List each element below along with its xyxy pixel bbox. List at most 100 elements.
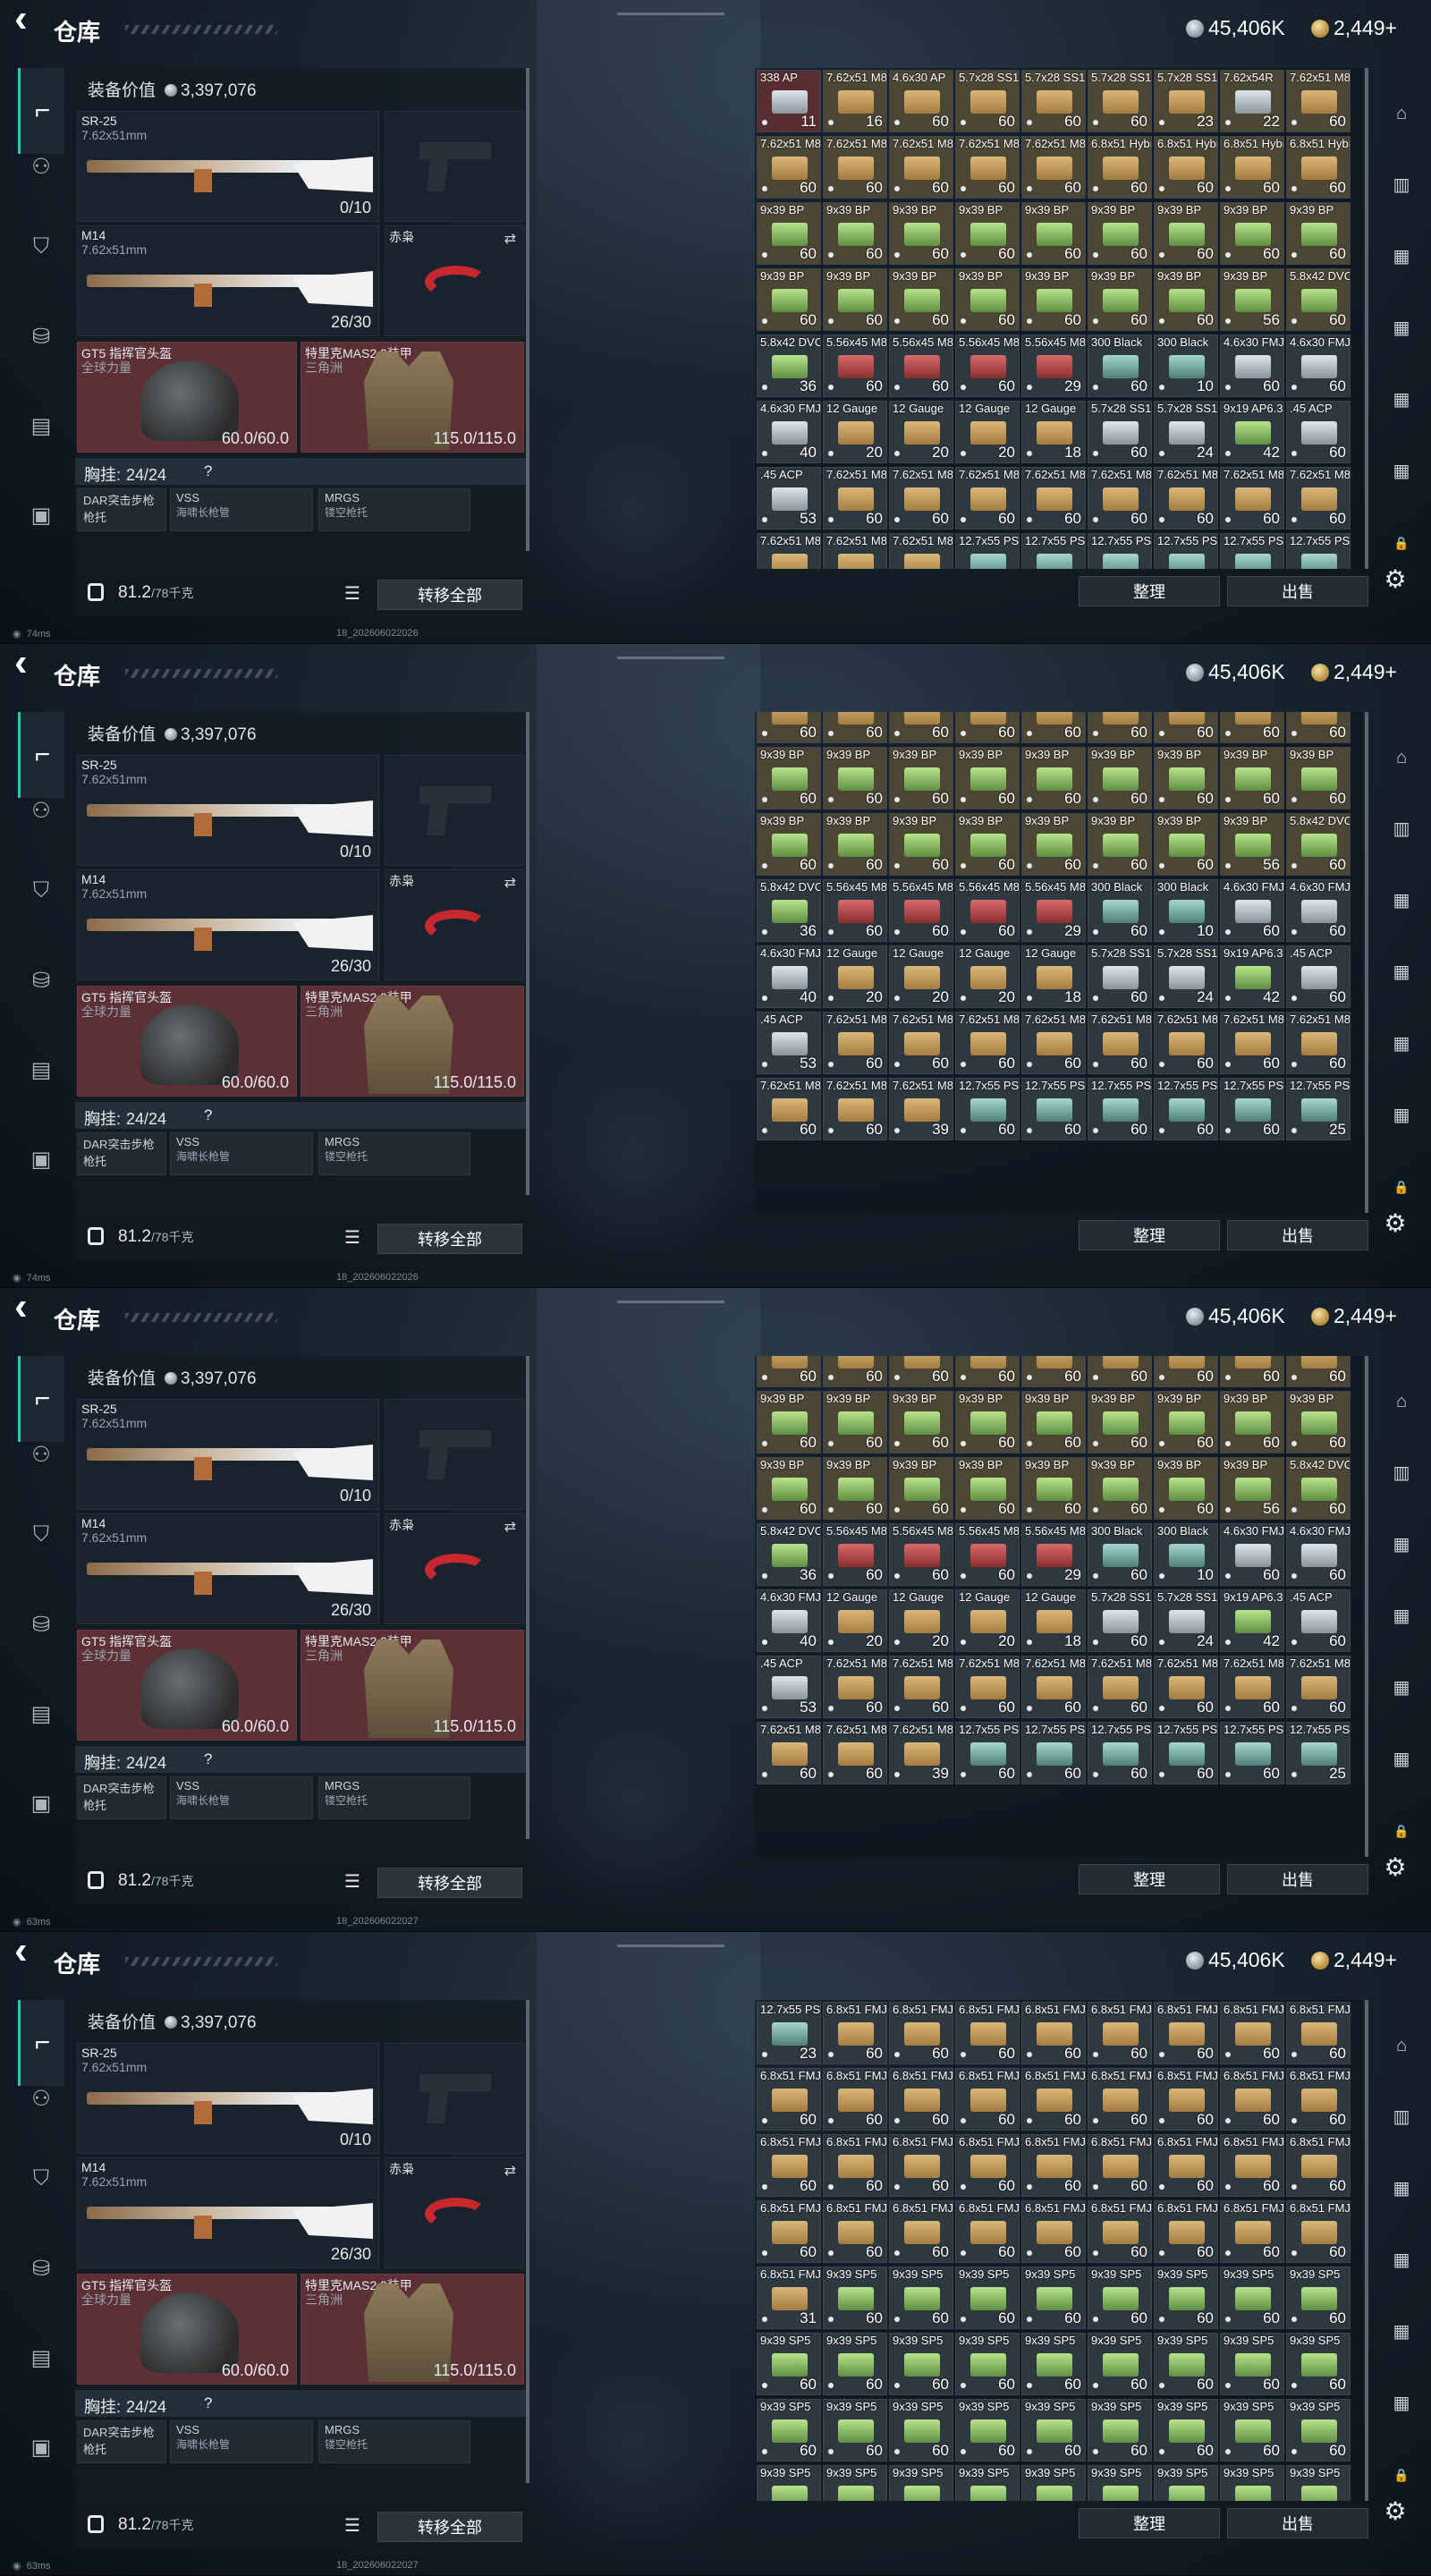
stash-item[interactable]: 12.7x55 PS12B23 [757, 2002, 821, 2064]
lv-tab-icon[interactable]: ▦ [1383, 2241, 1420, 2279]
stash-item[interactable]: 9x39 SP560 [1088, 2399, 1152, 2462]
stash-item[interactable]: 9x39 SP560 [955, 2465, 1020, 2501]
stash-item[interactable]: 9x39 BP 60 [1154, 202, 1218, 265]
stash-item[interactable]: 6.8x51 Hybrid60 [1154, 712, 1218, 743]
stash-item[interactable]: 9x19 AP6.3 42 [1220, 945, 1284, 1008]
stash-item[interactable]: 9x39 SP560 [1088, 2333, 1152, 2395]
stash-item[interactable]: 9x39 BP 60 [889, 1457, 953, 1520]
stash-item[interactable]: 12 Gauge 18 [1021, 945, 1086, 1008]
stash-item[interactable]: .45 ACP 60 [1286, 401, 1351, 463]
stash-item[interactable]: 9x39 BP 60 [1021, 1391, 1086, 1453]
attachment-slot[interactable]: VSS 海啸长枪管 [170, 488, 313, 531]
stash-item[interactable]: 12.7x55 PS12B60 [1088, 1722, 1152, 1784]
stash-item[interactable]: 5.7x28 SS19724 [1154, 1589, 1218, 1652]
lock-icon[interactable]: 🔒 [1383, 1168, 1420, 1206]
stash-item[interactable]: 7.62x51 M8060 [955, 1656, 1020, 1718]
stash-item[interactable]: 7.62x51 M8060 [889, 136, 953, 199]
lv-tab-icon[interactable]: ▦ [1383, 238, 1420, 275]
stash-item[interactable]: 9x39 BP 60 [1021, 747, 1086, 809]
stash-item[interactable]: 9x39 BP 60 [955, 1457, 1020, 1520]
stash-item[interactable]: 5.56x45 M85560 [889, 335, 953, 397]
stash-item[interactable]: 9x39 SP560 [955, 2333, 1020, 2395]
armor-slot[interactable]: 特里克MAS2.0装甲 三角洲 115.0/115.0 [301, 986, 524, 1097]
stash-item[interactable]: 6.8x51 FMJ 60 [1220, 2134, 1284, 2197]
storage-tab-icon[interactable]: ⌂ [1383, 2027, 1420, 2064]
stash-item[interactable]: 9x39 BP 60 [1088, 268, 1152, 331]
stash-item[interactable]: 9x39 SP560 [1154, 2267, 1218, 2329]
stash-item[interactable]: 6.8x51 FMJ 60 [1021, 2002, 1086, 2064]
stash-item[interactable]: 6.8x51 FMJ 60 [1088, 2200, 1152, 2263]
swap-icon[interactable]: ⇄ [504, 1518, 516, 1536]
stash-item[interactable]: 300 Black 10 [1154, 879, 1218, 942]
stash-item[interactable]: 9x39 SP560 [757, 2333, 821, 2395]
nav-armor-icon[interactable]: ⚇ [18, 787, 64, 834]
stash-item[interactable]: 12.7x55 PS12B60 [1154, 1722, 1218, 1784]
stash-item[interactable]: 6.8x51 FMJ 60 [955, 2134, 1020, 2197]
help-icon[interactable]: ? [204, 462, 212, 480]
lock-icon[interactable]: 🔒 [1383, 2456, 1420, 2494]
stash-item[interactable]: 6.8x51 FMJ 60 [1154, 2002, 1218, 2064]
stash-item[interactable]: 7.62x51 M8060 [1154, 1656, 1218, 1718]
stash-item[interactable]: 9x39 SP560 [889, 2465, 953, 2501]
attachment-slot[interactable]: MRGS 镂空枪托 [318, 1132, 470, 1175]
stash-item[interactable]: 5.56x45 M85560 [955, 1523, 1020, 1586]
armor-slot[interactable]: 特里克MAS2.0装甲 三角洲 115.0/115.0 [301, 1630, 524, 1741]
stash-item[interactable]: 7.62x51 M8060 [757, 136, 821, 199]
nav-rig-icon[interactable]: ▤ [18, 402, 64, 449]
help-icon[interactable]: ? [204, 1750, 212, 1768]
stash-item[interactable]: 300 Black 60 [1088, 1523, 1152, 1586]
stash-item[interactable]: 12 Gauge 20 [955, 401, 1020, 463]
stash-item[interactable]: 9x19 AP6.3 42 [1220, 401, 1284, 463]
stash-item[interactable]: 7.62x51 M8060 [757, 533, 821, 569]
sort-button[interactable]: 整理 [1079, 2508, 1220, 2538]
stash-item[interactable]: 7.62x51 M8060 [1021, 467, 1086, 530]
stash-item[interactable]: 9x39 SP560 [1220, 2399, 1284, 2462]
stash-item[interactable]: 7.62x51 M8060 [757, 1722, 821, 1784]
stash-item[interactable]: 12.7x55 PS12B60 [955, 533, 1020, 569]
stash-item[interactable]: 9x39 BP 56 [1220, 1457, 1284, 1520]
back-icon[interactable]: ‹ [14, 644, 36, 682]
stash-item[interactable]: 9x39 BP 60 [1021, 813, 1086, 876]
stash-item[interactable]: 4.6x30 FMJ 60 [1220, 879, 1284, 942]
stash-item[interactable]: 5.56x45 M85560 [823, 335, 887, 397]
stash-item[interactable]: 12 Gauge 20 [823, 945, 887, 1008]
stash-item[interactable]: 9x39 SP560 [1088, 2267, 1152, 2329]
stash-item[interactable]: 6.8x51 FMJ 60 [955, 2068, 1020, 2131]
nav-helmet-icon[interactable]: ⛉ [18, 2156, 64, 2202]
stash-item[interactable]: 9x39 BP 60 [1154, 747, 1218, 809]
stash-item[interactable]: 6.8x51 FMJ 60 [1286, 2134, 1351, 2197]
stash-item[interactable]: 7.62x51 M8060 [1154, 467, 1218, 530]
stash-item[interactable]: 12 Gauge 20 [955, 1589, 1020, 1652]
stash-item[interactable]: 12.7x55 PS12B60 [1154, 533, 1218, 569]
stash-item[interactable]: .45 ACP 53 [757, 1012, 821, 1074]
stash-item[interactable]: 7.62x51 M8039 [889, 533, 953, 569]
stash-item[interactable]: 6.8x51 FMJ 60 [1088, 2134, 1152, 2197]
attachment-slot[interactable]: DAR突击步枪枪托 [77, 488, 166, 531]
stash-item[interactable]: 7.62x51 M8060 [889, 1656, 953, 1718]
settings-gear-icon[interactable]: ⚙ [1381, 565, 1410, 594]
stash-item[interactable]: 9x39 BP 60 [1088, 813, 1152, 876]
stash-item[interactable]: 12 Gauge 20 [955, 945, 1020, 1008]
stash-item[interactable]: 7.62x51 M8039 [889, 1078, 953, 1140]
stash-item[interactable]: 9x39 SP560 [889, 2267, 953, 2329]
attachment-slot[interactable]: DAR突击步枪枪托 [77, 1776, 166, 1819]
settings-gear-icon[interactable]: ⚙ [1381, 2497, 1410, 2526]
nav-weapons-pistol-icon[interactable]: ⌐ [18, 68, 64, 154]
nav-helmet-icon[interactable]: ⛉ [18, 1512, 64, 1558]
stash-item[interactable]: 9x39 BP 60 [889, 1391, 953, 1453]
stash-item[interactable]: 7.62x51 M80 16 [823, 70, 887, 132]
sort-button[interactable]: 整理 [1079, 576, 1220, 606]
nav-weapons-pistol-icon[interactable]: ⌐ [18, 2000, 64, 2086]
stash-item[interactable]: 7.62x51 M8060 [823, 136, 887, 199]
stash-item[interactable]: 9x39 BP 60 [1021, 268, 1086, 331]
nav-case-icon[interactable]: ▣ [18, 2424, 64, 2470]
stash-item[interactable]: 6.8x51 FMJ 60 [757, 2134, 821, 2197]
secondary-weapon-slot[interactable]: M14 7.62x51mm 26/30 [77, 225, 379, 336]
stash-item[interactable]: 9x39 BP 60 [1286, 202, 1351, 265]
chest-rig-bar[interactable]: 胸挂: 24/24? [75, 2390, 529, 2417]
stash-item[interactable]: 9x39 BP 60 [1220, 747, 1284, 809]
sell-button[interactable]: 出售 [1227, 2508, 1368, 2538]
help-icon[interactable]: ? [204, 2394, 212, 2412]
stash-item[interactable]: .45 ACP 53 [757, 467, 821, 530]
stash-item[interactable]: 9x39 BP 60 [757, 747, 821, 809]
